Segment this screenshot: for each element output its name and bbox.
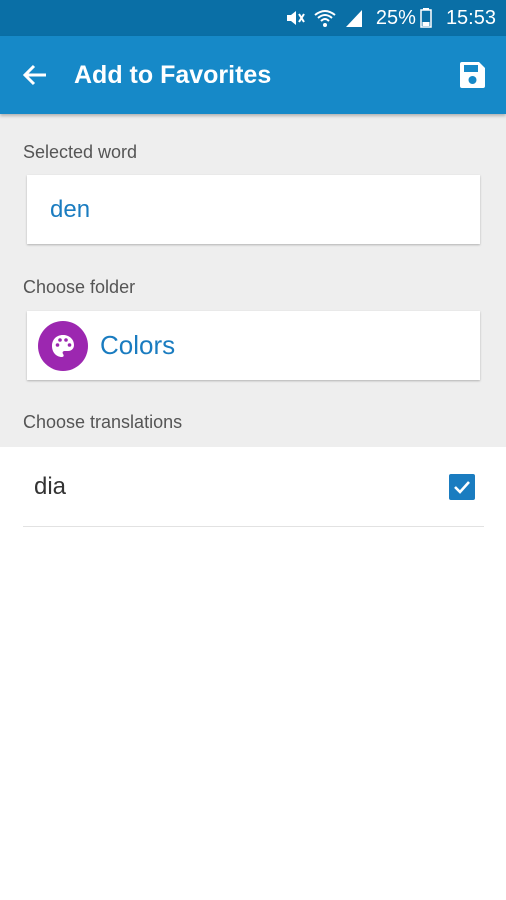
save-button[interactable]: [438, 36, 506, 114]
battery-percent: 25%: [375, 6, 416, 29]
page-title: Add to Favorites: [74, 60, 272, 89]
choose-translations-label: Choose translations: [23, 412, 183, 432]
status-bar: 25% 15:53: [0, 0, 506, 36]
folder-selector[interactable]: Colors: [27, 311, 480, 380]
back-button[interactable]: [0, 36, 70, 114]
palette-icon: [38, 320, 88, 371]
signal-icon: [344, 8, 364, 28]
battery-icon: [420, 8, 432, 28]
status-time: 15:53: [445, 6, 496, 29]
translations-list: dia: [0, 447, 506, 527]
folder-name: Colors: [100, 330, 176, 360]
mute-icon: [284, 8, 306, 28]
selected-word-label: Selected word: [23, 142, 138, 162]
selected-word-field: den: [27, 175, 480, 244]
app-bar: Add to Favorites: [0, 36, 506, 114]
back-arrow-icon: [22, 64, 46, 86]
selected-word-value: den: [50, 195, 91, 223]
checkmark-icon: [454, 480, 470, 494]
translation-text: dia: [34, 472, 67, 500]
translation-checkbox[interactable]: [449, 473, 475, 500]
form-area: Selected word den Choose folder Colors C…: [0, 114, 506, 447]
save-icon: [460, 62, 485, 88]
choose-folder-label: Choose folder: [23, 277, 136, 297]
list-item[interactable]: dia: [23, 447, 484, 527]
wifi-icon: [314, 8, 336, 28]
